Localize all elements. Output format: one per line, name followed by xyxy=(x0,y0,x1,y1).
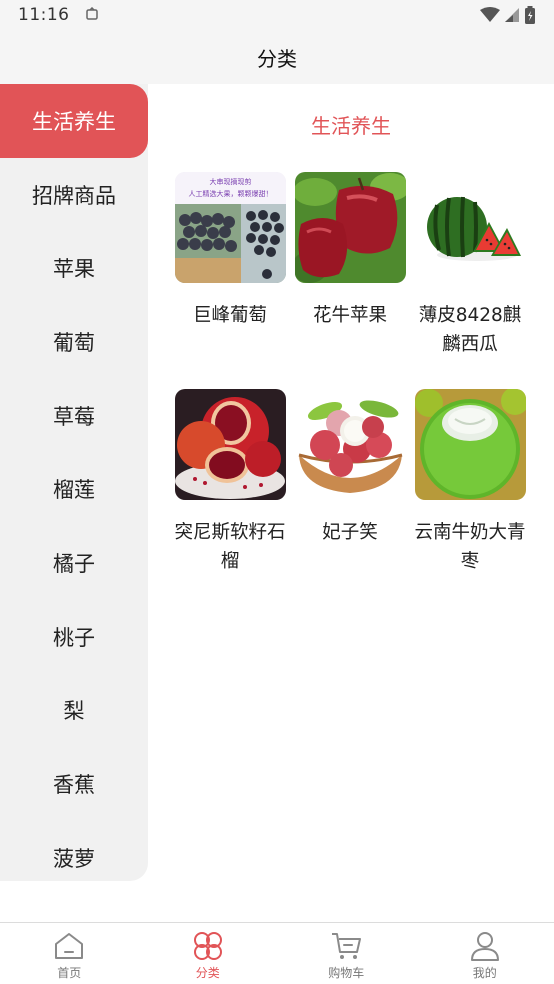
product-name: 薄皮8428麒麟西瓜 xyxy=(418,305,522,355)
tab-label: 分类 xyxy=(195,966,220,980)
home-icon xyxy=(55,933,84,959)
sidebar-item-orange[interactable]: 橘子 xyxy=(0,526,148,600)
tab-label: 购物车 xyxy=(328,966,365,980)
sidebar-item-pineapple[interactable]: 菠萝 xyxy=(0,821,148,881)
sidebar-item-label: 桃子 xyxy=(53,625,95,650)
sidebar-item-peach[interactable]: 桃子 xyxy=(0,600,148,674)
lychee-image xyxy=(294,389,406,500)
user-icon xyxy=(470,932,499,961)
bottom-tab-bar: 首页 分类 购物车 我的 xyxy=(0,922,554,984)
notification-icon xyxy=(84,7,100,23)
tab-cart[interactable]: 购物车 xyxy=(277,923,416,984)
sidebar-item-label: 榴莲 xyxy=(53,478,95,503)
product-grid: 大串现摘现剪 人工精选大果，颗颗爆甜！ 巨峰葡萄 花牛苹果 薄皮8428麒麟西瓜… xyxy=(170,172,554,576)
pomegranate-image xyxy=(174,389,286,500)
tab-profile[interactable]: 我的 xyxy=(416,923,554,984)
sidebar-item-signature[interactable]: 招牌商品 xyxy=(0,158,148,232)
status-bar: 11:16 xyxy=(0,0,554,30)
sidebar-item-label: 橘子 xyxy=(53,551,95,576)
product-name: 花牛苹果 xyxy=(312,305,387,326)
category-sidebar: 生活养生 招牌商品 苹果 葡萄 草莓 榴莲 橘子 桃子 梨 香蕉 菠萝 xyxy=(0,84,148,881)
sidebar-item-strawberry[interactable]: 草莓 xyxy=(0,379,148,453)
status-time: 11:16 xyxy=(18,5,70,25)
page-title: 分类 xyxy=(257,46,297,71)
grapes-image-slogan-2: 人工精选大果，颗颗爆甜！ xyxy=(188,189,272,198)
sidebar-item-label: 招牌商品 xyxy=(32,183,116,208)
product-card[interactable]: 薄皮8428麒麟西瓜 xyxy=(410,172,530,359)
sidebar-item-health[interactable]: 生活养生 xyxy=(0,84,148,158)
grapes-image-slogan-1: 大串现摘现剪 xyxy=(209,177,251,186)
product-name: 突尼斯软籽石榴 xyxy=(174,522,286,572)
product-name: 妃子笑 xyxy=(322,522,378,543)
sidebar-item-apple[interactable]: 苹果 xyxy=(0,231,148,305)
product-name: 云南牛奶大青枣 xyxy=(414,522,526,572)
product-card[interactable]: 云南牛奶大青枣 xyxy=(410,389,530,576)
wifi-icon xyxy=(480,7,500,22)
tab-label: 首页 xyxy=(57,966,82,980)
category-icon xyxy=(193,932,222,960)
sidebar-item-pear[interactable]: 梨 xyxy=(0,674,148,748)
sidebar-item-label: 葡萄 xyxy=(53,330,95,355)
product-card[interactable]: 妃子笑 xyxy=(290,389,410,576)
app-root: 11:16 分类 生活养生 招牌商品 苹果 葡萄 草莓 榴莲 橘子 桃子 梨 香… xyxy=(0,0,554,984)
watermelon-image xyxy=(414,172,526,283)
battery-icon xyxy=(525,6,535,24)
sidebar-item-durian[interactable]: 榴莲 xyxy=(0,452,148,526)
sidebar-item-label: 草莓 xyxy=(53,404,95,429)
product-card[interactable]: 突尼斯软籽石榴 xyxy=(170,389,290,576)
category-content: 生活养生 大串现摘现剪 人工精选大果，颗颗爆甜！ 巨峰葡萄 花牛苹果 薄皮842… xyxy=(148,84,554,922)
product-card[interactable]: 花牛苹果 xyxy=(290,172,410,359)
page-header: 分类 xyxy=(0,30,554,84)
product-card[interactable]: 大串现摘现剪 人工精选大果，颗颗爆甜！ 巨峰葡萄 xyxy=(170,172,290,359)
sidebar-item-label: 菠萝 xyxy=(53,846,95,871)
tab-label: 我的 xyxy=(472,966,497,980)
cart-icon xyxy=(332,933,362,959)
sidebar-item-grape[interactable]: 葡萄 xyxy=(0,305,148,379)
tab-home[interactable]: 首页 xyxy=(0,923,139,984)
sidebar-item-label: 香蕉 xyxy=(53,773,95,798)
sidebar-item-label: 苹果 xyxy=(53,257,95,282)
product-name: 巨峰葡萄 xyxy=(192,305,267,326)
grapes-image: 大串现摘现剪 人工精选大果，颗颗爆甜！ xyxy=(174,172,286,283)
tab-category[interactable]: 分类 xyxy=(139,923,278,984)
sidebar-item-banana[interactable]: 香蕉 xyxy=(0,747,148,821)
section-title: 生活养生 xyxy=(311,114,391,138)
jujube-image xyxy=(414,389,526,500)
apples-image xyxy=(294,172,406,283)
status-indicators xyxy=(480,6,536,24)
sidebar-item-label: 梨 xyxy=(63,699,85,724)
signal-icon xyxy=(505,8,519,22)
sidebar-item-label: 生活养生 xyxy=(32,109,116,134)
